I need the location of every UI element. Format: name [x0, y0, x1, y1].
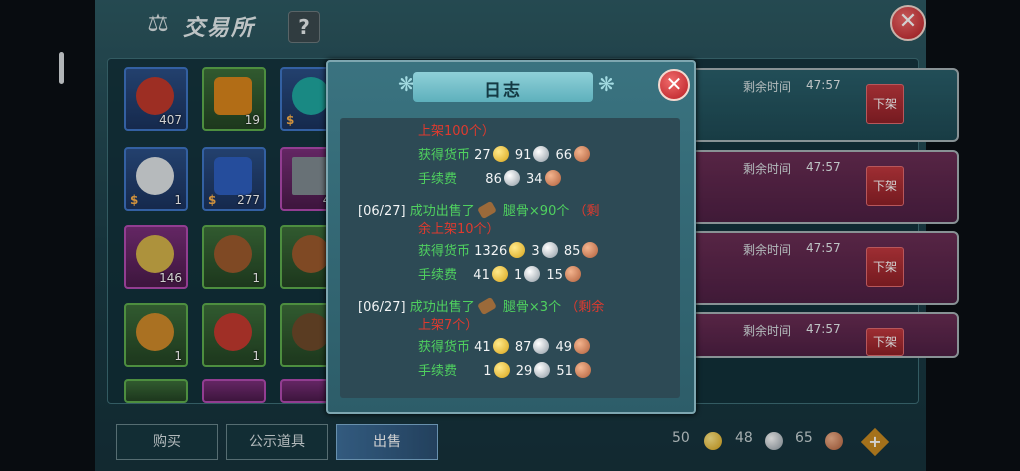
gold-coin-icon	[509, 242, 526, 258]
silver-coin-icon	[503, 170, 520, 186]
fee-gold: 1	[483, 364, 492, 379]
dialog-title: 日志	[484, 81, 522, 101]
earn-copper: 85	[563, 244, 581, 259]
log-date: [06/27]	[358, 204, 406, 219]
copper-coin-icon	[544, 170, 561, 186]
earn-row: 获得货币 41 87 49	[418, 336, 592, 355]
earn-silver: 91	[514, 148, 532, 163]
earn-copper: 49	[555, 340, 573, 355]
log-dialog: ❋ 日志 ❋ ✕ 上架100个） 获得货币 27 91 66 手续费 86 34…	[326, 60, 696, 414]
gold-coin-icon	[491, 266, 508, 282]
log-action: 成功出售了	[409, 204, 475, 219]
earn-gold: 41	[474, 340, 491, 355]
earn-gold: 1326	[474, 244, 508, 259]
log-text: 余上架10个）	[418, 222, 500, 237]
fee-copper: 51	[556, 364, 573, 379]
earn-row: 获得货币 27 91 66	[418, 144, 592, 163]
fee-copper: 34	[525, 172, 543, 187]
silver-coin-icon	[541, 242, 558, 258]
gold-coin-icon	[492, 146, 509, 162]
fee-copper: 15	[546, 268, 563, 283]
copper-coin-icon	[564, 266, 581, 282]
log-item: 腿骨×3个	[502, 300, 562, 315]
silver-coin-icon	[524, 266, 541, 282]
copper-coin-icon	[574, 362, 591, 378]
log-text: 上架7个）	[418, 318, 479, 333]
log-text: 上架100个）	[418, 124, 495, 139]
fee-row: 手续费 86 34	[418, 168, 563, 187]
fee-silver: 86	[485, 172, 502, 187]
gold-coin-icon	[492, 338, 509, 354]
earn-silver: 87	[514, 340, 532, 355]
fee-label: 手续费	[418, 268, 458, 283]
earn-silver: 3	[531, 244, 540, 259]
fee-silver: 1	[513, 268, 523, 283]
silver-coin-icon	[533, 146, 550, 162]
sale-row: [06/27] 成功出售了 腿骨×3个 （剩余	[358, 296, 605, 316]
gold-coin-icon	[493, 362, 510, 378]
fee-label: 手续费	[418, 364, 458, 379]
silver-coin-icon	[533, 338, 550, 354]
dialog-title-bar: 日志	[413, 72, 593, 102]
fee-row: 手续费 41 1 15	[418, 264, 583, 283]
copper-coin-icon	[574, 338, 591, 354]
fee-gold: 41	[473, 268, 490, 283]
copper-coin-icon	[582, 242, 599, 258]
log-action: 成功出售了	[409, 300, 475, 315]
earn-label: 获得货币	[418, 244, 471, 259]
earn-row: 获得货币 1326 3 85	[418, 240, 600, 259]
copper-coin-icon	[574, 146, 591, 162]
log-date: [06/27]	[358, 300, 406, 315]
earn-label: 获得货币	[418, 148, 471, 163]
log-remain: （剩余	[565, 300, 605, 315]
fee-row: 手续费 1 29 51	[418, 360, 593, 379]
earn-label: 获得货币	[418, 340, 471, 355]
bone-icon	[476, 200, 497, 220]
earn-copper: 66	[555, 148, 573, 163]
decoration-right-icon: ❋	[598, 72, 615, 96]
fee-silver: 29	[515, 364, 533, 379]
sale-row: [06/27] 成功出售了 腿骨×90个 （剩	[358, 200, 600, 220]
log-item: 腿骨×90个	[502, 204, 570, 219]
fee-label: 手续费	[418, 172, 458, 187]
silver-coin-icon	[534, 362, 551, 378]
log-list[interactable]: 上架100个） 获得货币 27 91 66 手续费 86 34 [06/27] …	[340, 118, 680, 398]
bone-icon	[476, 296, 497, 316]
log-remain: （剩	[573, 204, 600, 219]
earn-gold: 27	[474, 148, 491, 163]
close-icon[interactable]: ✕	[658, 69, 690, 101]
